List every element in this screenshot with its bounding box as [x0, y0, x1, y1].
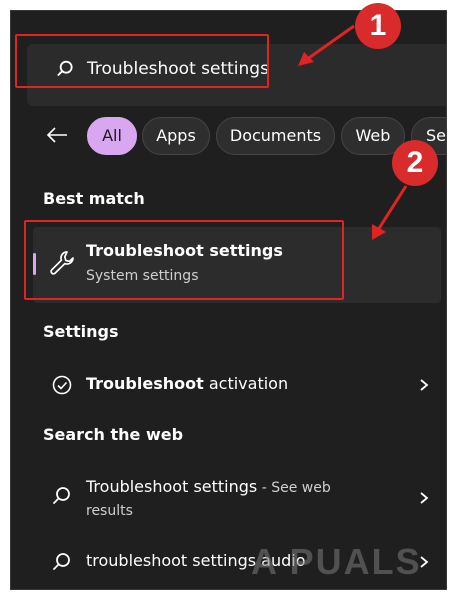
filter-all[interactable]: All [87, 117, 137, 155]
settings-result-rest: activation [203, 374, 289, 393]
search-bar-callout [15, 34, 269, 88]
search-icon [53, 487, 70, 504]
chevron-right-icon[interactable] [417, 491, 431, 505]
step-badge-1: 1 [355, 3, 401, 49]
best-match-heading: Best match [43, 189, 145, 208]
search-web-heading: Search the web [43, 425, 184, 444]
web-result-troubleshoot-settings[interactable]: Troubleshoot settings - See web results [33, 469, 441, 525]
best-match-callout [24, 220, 344, 300]
chevron-right-icon[interactable] [417, 378, 431, 392]
web-result-suffix: - See web [257, 480, 331, 496]
start-search-panel: Troubleshoot settings All Apps Documents… [10, 10, 447, 590]
web-result-main: Troubleshoot settings [86, 477, 258, 496]
web-result-line2: results [86, 503, 133, 519]
appuals-watermark: A PUALS [251, 541, 422, 582]
back-arrow-icon[interactable] [45, 123, 69, 147]
check-circle-icon [52, 375, 72, 395]
settings-result-label: Troubleshoot activation [86, 374, 288, 393]
callout-arrow-1 [298, 24, 355, 66]
filter-apps[interactable]: Apps [142, 117, 210, 155]
web-result-label: Troubleshoot settings - See web [86, 477, 331, 496]
settings-result-troubleshoot-activation[interactable]: Troubleshoot activation [33, 366, 441, 406]
filter-documents[interactable]: Documents [216, 117, 335, 155]
filter-row: All Apps Documents Web Set [33, 115, 446, 157]
step-badge-2: 2 [392, 140, 438, 186]
settings-result-bold: Troubleshoot [86, 374, 204, 393]
search-icon [53, 553, 70, 570]
callout-arrow-2 [372, 185, 408, 240]
settings-heading: Settings [43, 322, 119, 341]
